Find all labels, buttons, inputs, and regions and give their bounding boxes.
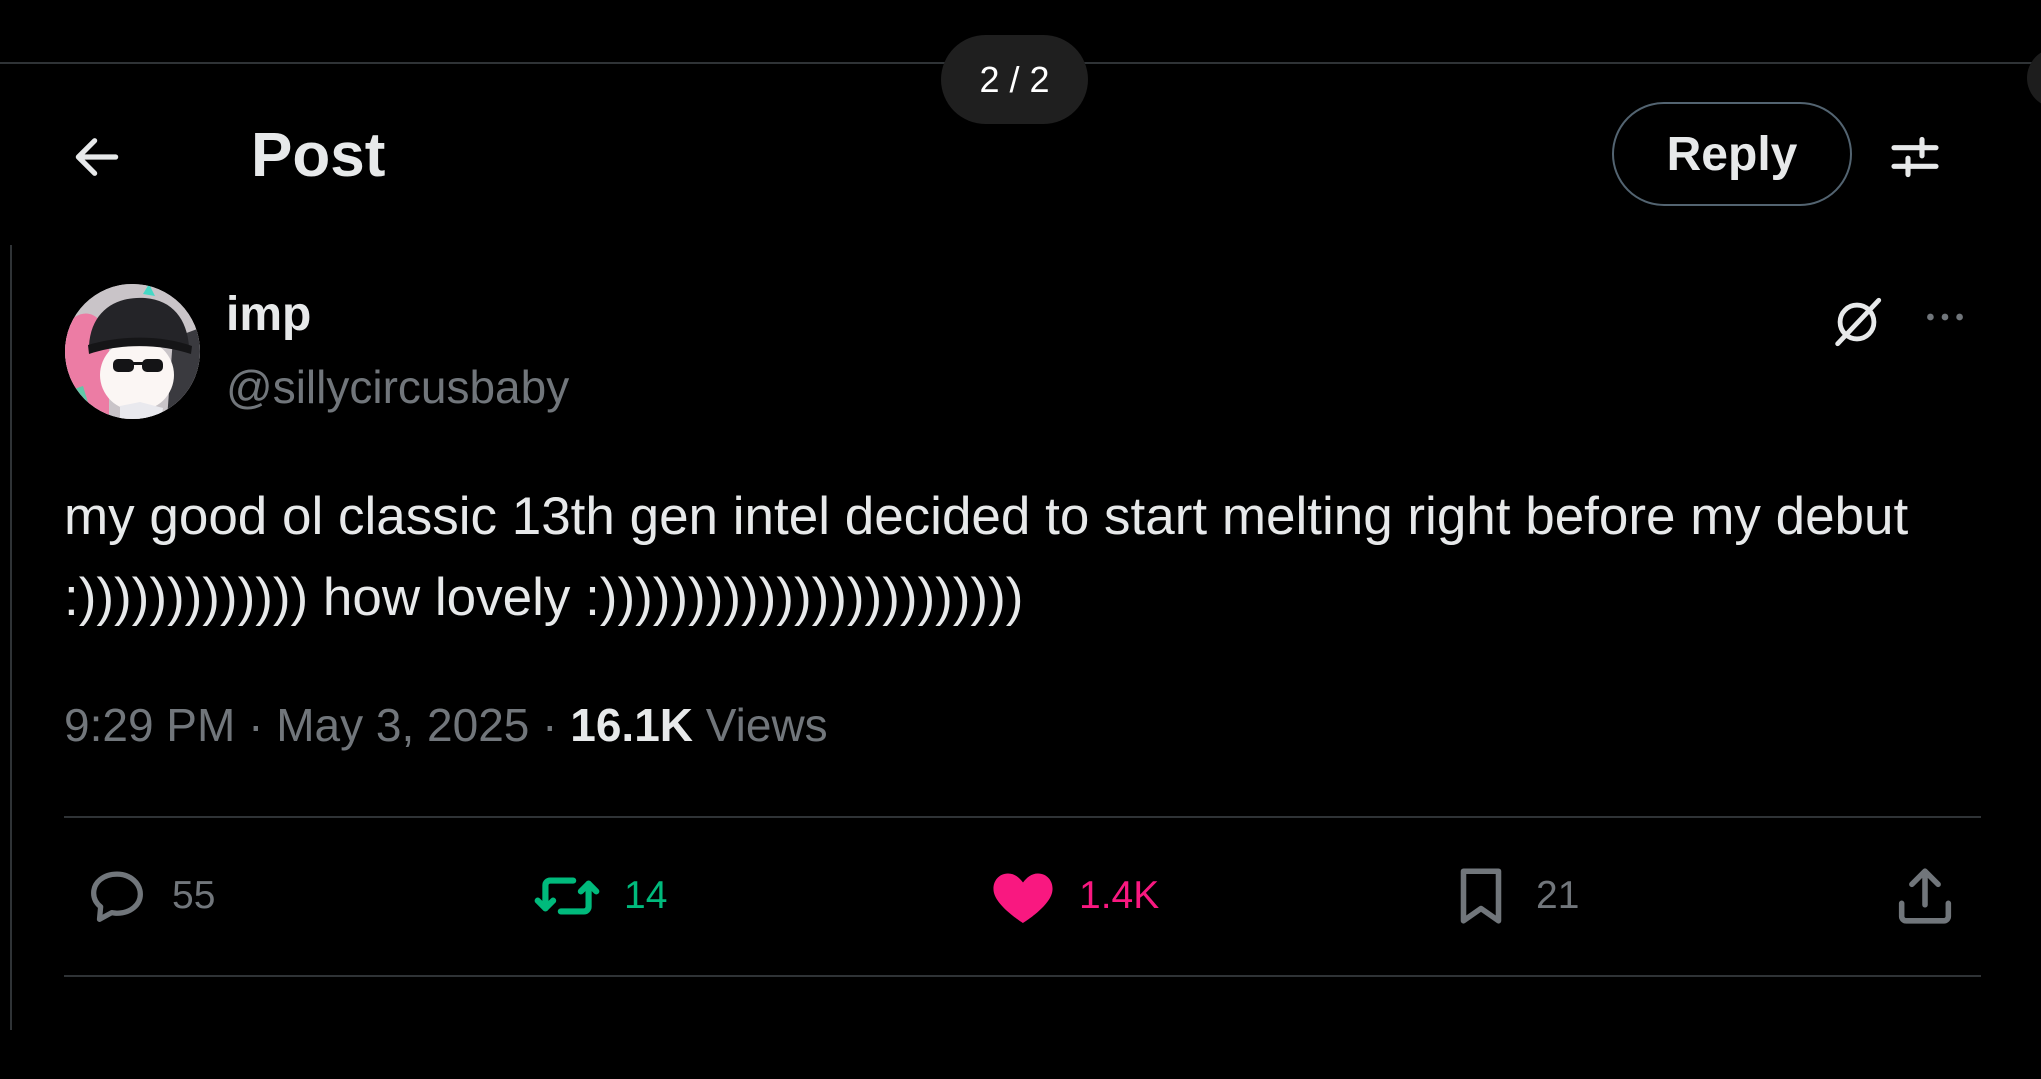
meta-separator: · <box>529 699 571 751</box>
grok-button[interactable] <box>1822 287 1892 357</box>
repost-icon <box>534 877 600 915</box>
author-display-name[interactable]: imp <box>226 286 311 344</box>
reply-bubble-icon <box>91 871 143 922</box>
meta-divider <box>64 816 1981 818</box>
post-date[interactable]: May 3, 2025 <box>276 699 529 751</box>
bookmark-count: 21 <box>1536 874 1580 917</box>
reply-count: 55 <box>172 874 216 917</box>
share-action[interactable] <box>1890 861 1960 931</box>
meta-separator: · <box>235 699 277 751</box>
post-meta: 9:29 PM · May 3, 2025 · 16.1K Views <box>64 695 828 755</box>
share-icon <box>1898 868 1952 924</box>
post-text: my good ol classic 13th gen intel decide… <box>64 487 1909 627</box>
like-action[interactable]: 1.4K <box>987 861 1159 931</box>
actions-divider <box>64 975 1981 977</box>
post-time[interactable]: 9:29 PM <box>64 699 235 751</box>
bookmark-action[interactable]: 21 <box>1446 861 1579 931</box>
views-count[interactable]: 16.1K <box>570 699 693 751</box>
repost-action[interactable]: 14 <box>530 861 667 931</box>
avatar-image <box>65 284 200 419</box>
more-button[interactable] <box>1915 287 1975 347</box>
reply-action[interactable]: 55 <box>82 861 215 931</box>
views-label: Views <box>693 699 828 751</box>
repost-count: 14 <box>624 874 668 917</box>
more-horizontal-icon <box>1927 313 1963 321</box>
author-handle[interactable]: @sillycircusbaby <box>226 359 569 415</box>
bookmark-icon <box>1460 868 1502 924</box>
like-count: 1.4K <box>1079 874 1160 917</box>
grok-icon <box>1835 297 1882 347</box>
post: imp @sillycircusbaby my good ol classic … <box>0 0 2041 1079</box>
post-page: 2 / 2 Post Reply imp @sillycircusbaby my… <box>0 0 2041 1079</box>
avatar[interactable] <box>65 284 200 419</box>
heart-icon <box>993 873 1053 923</box>
